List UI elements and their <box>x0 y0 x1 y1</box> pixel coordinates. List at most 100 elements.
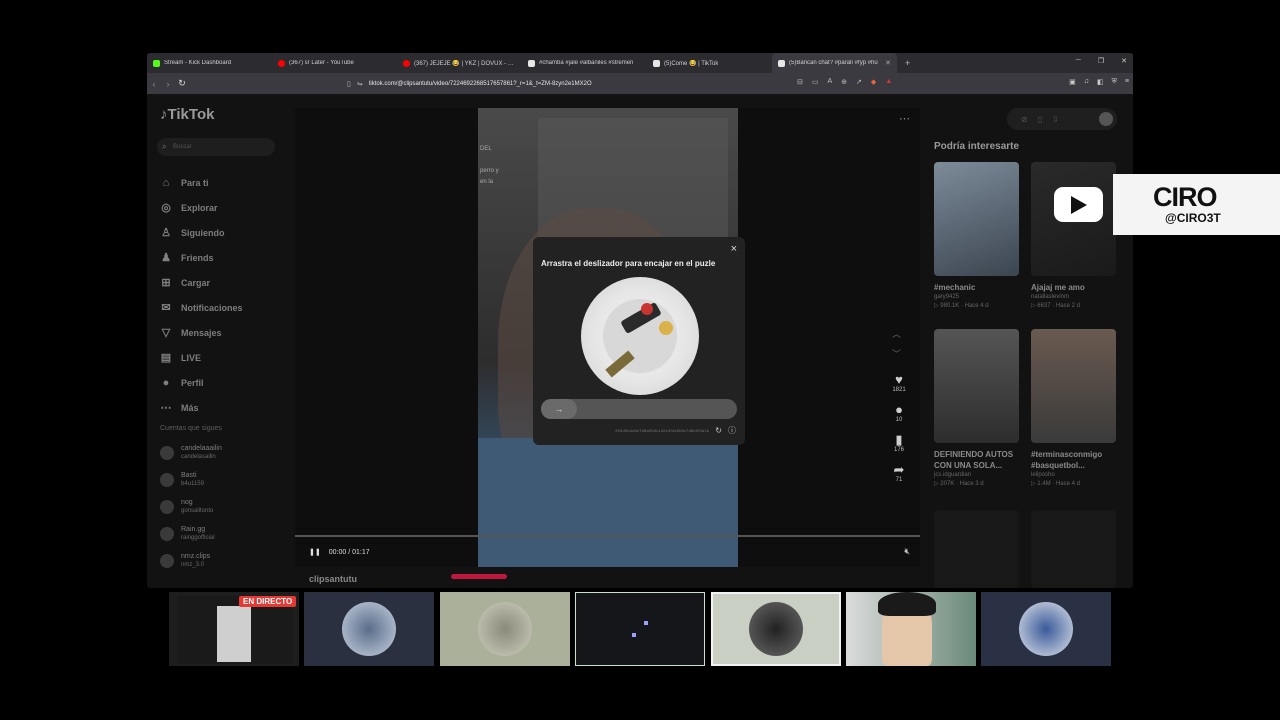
recommended-card[interactable] <box>1031 510 1116 588</box>
recommended-card[interactable]: #terminasconmigo #basquetbol... leliposh… <box>1031 329 1116 489</box>
puzzle-detail <box>641 303 653 315</box>
tab-bar: Stream - Kick Dashboard (367) sr Later -… <box>147 53 1133 73</box>
more-icon: ⋯ <box>160 402 172 414</box>
close-icon[interactable]: × <box>731 243 737 255</box>
nav-friends[interactable]: ♟ Friends <box>159 245 289 270</box>
nav-mensajes[interactable]: ▽ Mensajes <box>159 320 289 345</box>
zoom-icon[interactable]: ⊕ <box>841 78 847 86</box>
follow-button[interactable] <box>451 574 507 579</box>
bookmark-icon[interactable]: ▯ <box>347 80 351 88</box>
refresh-icon[interactable]: ↻ <box>715 426 722 435</box>
back-icon[interactable]: ‹ <box>147 79 161 89</box>
captcha-slider-track[interactable]: → <box>541 399 737 419</box>
reading-list-icon[interactable]: ◧ <box>1097 78 1104 86</box>
inbox-icon[interactable]: ⊘ <box>1021 115 1028 124</box>
music-icon[interactable]: ♫ <box>1084 78 1089 86</box>
reader-icon[interactable]: ⊟ <box>797 78 803 86</box>
avatar <box>160 526 174 541</box>
nav-notificaciones[interactable]: ✉ Notificaciones <box>159 295 289 320</box>
sidebar-icon[interactable]: ▣ <box>1069 78 1076 86</box>
youtube-icon <box>278 59 285 67</box>
search-input[interactable]: ⌕ Buscar <box>157 138 275 156</box>
participant-tile[interactable] <box>304 592 434 666</box>
video-author[interactable]: clipsantutu <box>309 574 357 584</box>
new-tab-button[interactable]: + <box>905 58 910 68</box>
tiktok-logo[interactable]: ♪TikTok <box>160 106 214 123</box>
download-icon[interactable]: ⇩ <box>1052 115 1059 124</box>
sidebar-nav: ⌂ Para ti ◎ Explorar ♙ Siguiendo ♟ Friends ⊞… <box>159 170 289 420</box>
playback-controls: ❚❚ 00:00 / 01:17 <box>309 548 370 557</box>
phone-icon[interactable]: ▯ <box>1038 115 1042 124</box>
kick-icon <box>153 59 160 67</box>
tab-kick[interactable]: Stream - Kick Dashboard <box>147 53 272 73</box>
nav-siguiendo[interactable]: ♙ Siguiendo <box>159 220 289 245</box>
upload-icon: ⊞ <box>161 277 171 289</box>
followed-account[interactable]: nog gonsalitonto <box>160 498 290 515</box>
site-info-icon[interactable]: ⇋ <box>357 80 363 88</box>
nav-explorar[interactable]: ◎ Explorar <box>159 195 289 220</box>
participant-tile-webcam[interactable] <box>846 592 976 666</box>
nav-cargar[interactable]: ⊞ Cargar <box>159 270 289 295</box>
close-tab-icon[interactable]: ✕ <box>885 59 891 67</box>
video-nav: ︿ ﹀ <box>892 324 901 364</box>
live-icon: ▤ <box>160 352 172 364</box>
comment-icon[interactable]: ● <box>895 402 903 417</box>
participant-tile-selected[interactable] <box>711 592 841 666</box>
mute-icon[interactable]: 🔇︎ <box>904 546 910 557</box>
translate-icon[interactable]: A <box>828 78 833 86</box>
avatar <box>342 602 396 656</box>
vpn-icon[interactable]: ⛨ <box>1112 78 1117 86</box>
captcha-puzzle-image <box>581 277 699 395</box>
recommended-card[interactable]: #mechanic gary9425 ▷ 980.1K · Hace 4 d <box>934 162 1019 311</box>
captcha-id: 2b3d5b4c6e7d8a9b0c1d2e3f4a5b6c7d8e9f0a1b <box>615 428 710 433</box>
tab-youtube-video[interactable]: (367) JEJEJE 😂 | YKZ | DOVUX - YouTube <box>397 53 522 73</box>
share-arrow-icon[interactable]: ➦ <box>894 462 905 477</box>
recommended-card[interactable]: Ajajaj me amo natallaslevinm ▷ 6637 · Ha… <box>1031 162 1116 311</box>
tab-tiktok-active[interactable]: (5)Bancan chat? #paralí #fyp #hu ✕ <box>772 53 897 73</box>
tab-tiktok-chamba[interactable]: #chamba #jale #albañiles #stremen <box>522 53 647 73</box>
recommended-card[interactable]: DEFINIENDO AUTOS CON UNA SOLA... jcs.idg… <box>934 329 1019 489</box>
friends-icon: ♟ <box>161 252 171 264</box>
forward-icon[interactable]: › <box>161 79 175 89</box>
nav-perfil[interactable]: ● Perfil <box>159 370 289 395</box>
participant-tile-screenshare[interactable]: EN DIRECTO <box>169 592 299 666</box>
followed-account[interactable]: Rain.gg rainggofficial <box>160 525 290 542</box>
reload-icon[interactable]: ↻ <box>175 78 189 89</box>
followed-account[interactable]: Basti b4u1159 <box>160 471 290 488</box>
followed-account[interactable]: nmz.clips nmz_3.0 <box>160 552 290 569</box>
participant-tile[interactable] <box>981 592 1111 666</box>
following-icon: ♙ <box>161 227 171 239</box>
rewards-icon[interactable]: ▲ <box>885 78 892 86</box>
pause-icon[interactable]: ❚❚ <box>309 548 321 556</box>
nav-live[interactable]: ▤ LIVE <box>159 345 289 370</box>
video-thumbnail <box>934 162 1019 276</box>
screen-icon[interactable]: ▭ <box>812 78 819 86</box>
minimize-icon[interactable]: ─ <box>1076 57 1081 65</box>
nav-mas[interactable]: ⋯ Más <box>159 395 289 420</box>
tab-youtube-later[interactable]: (367) sr Later - YouTube <box>272 53 397 73</box>
brave-shield-icon[interactable]: ◆ <box>871 78 876 86</box>
chevron-up-icon[interactable]: ︿ <box>892 324 901 344</box>
close-window-icon[interactable]: ✕ <box>1121 57 1127 65</box>
streamer-brand-badge: CIRO @CIRO3T <box>1113 174 1280 235</box>
menu-icon[interactable]: ≡ <box>1125 78 1129 86</box>
avatar <box>160 499 174 514</box>
user-avatar[interactable] <box>1099 112 1113 126</box>
participant-tile-speaking[interactable] <box>575 592 705 666</box>
like-icon[interactable]: ♥ <box>895 372 903 387</box>
nav-para-ti[interactable]: ⌂ Para ti <box>159 170 289 195</box>
more-options-icon[interactable]: ⋯ <box>899 112 910 125</box>
tab-tiktok-come[interactable]: (5)Come 😂 | TikTok <box>647 53 772 73</box>
tiktok-note-icon: ♪ <box>160 106 168 123</box>
send-icon: ▽ <box>161 327 171 339</box>
video-progress-bar[interactable] <box>295 535 920 537</box>
info-icon[interactable]: ⓘ <box>728 425 736 436</box>
bookmark-icon[interactable]: ▮ <box>895 432 902 447</box>
maximize-icon[interactable]: ❐ <box>1098 57 1104 65</box>
captcha-slider-handle[interactable]: → <box>541 399 577 419</box>
share-icon[interactable]: ↗ <box>856 78 862 86</box>
recommended-card[interactable] <box>934 510 1019 588</box>
followed-account[interactable]: candelaaailin candelasailin <box>160 444 290 461</box>
chevron-down-icon[interactable]: ﹀ <box>892 344 901 364</box>
participant-tile[interactable] <box>440 592 570 666</box>
